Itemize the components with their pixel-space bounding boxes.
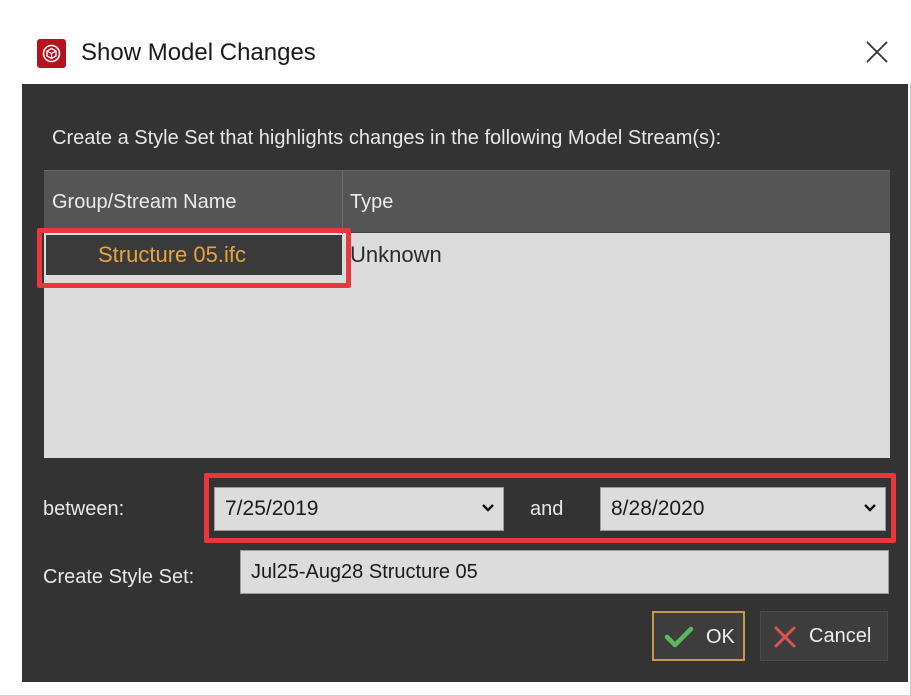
column-header-name[interactable]: Group/Stream Name [52, 171, 237, 234]
title-bar: Show Model Changes [0, 0, 911, 84]
chevron-down-icon [864, 504, 876, 512]
cancel-x-icon [774, 626, 796, 648]
dialog-body: Create a Style Set that highlights chang… [22, 84, 908, 682]
stream-type-cell: Unknown [350, 242, 442, 267]
and-label: and [530, 498, 564, 520]
to-date-value: 8/28/2020 [611, 497, 705, 520]
style-set-name-field[interactable]: Jul25-Aug28 Structure 05 [240, 550, 889, 594]
window-title: Show Model Changes [81, 39, 316, 66]
cancel-label: Cancel [809, 625, 872, 647]
from-date-dropdown[interactable]: 7/25/2019 [214, 487, 504, 531]
dialog-window: Show Model Changes Create a Style Set th… [0, 0, 911, 696]
cancel-button[interactable]: Cancel [760, 611, 888, 661]
table-row[interactable]: Structure 05.ifc Unknown [44, 233, 890, 278]
stream-table: Group/Stream Name Type Structure 05.ifc … [44, 170, 890, 458]
dialog-prompt: Create a Style Set that highlights chang… [52, 127, 722, 149]
column-header-type[interactable]: Type [350, 171, 393, 234]
table-header: Group/Stream Name Type [44, 170, 890, 234]
checkmark-icon [664, 626, 694, 648]
ok-button[interactable]: OK [652, 611, 745, 661]
app-logo-icon [37, 39, 66, 68]
close-icon [866, 41, 888, 63]
chevron-down-icon [482, 504, 494, 512]
style-set-label: Create Style Set: [43, 566, 195, 588]
to-date-dropdown[interactable]: 8/28/2020 [600, 487, 886, 531]
close-button[interactable] [855, 30, 899, 74]
between-label: between: [43, 498, 125, 520]
column-divider [342, 171, 343, 234]
stream-name-cell: Structure 05.ifc [46, 235, 342, 275]
from-date-value: 7/25/2019 [225, 497, 319, 520]
ok-label: OK [706, 626, 735, 648]
